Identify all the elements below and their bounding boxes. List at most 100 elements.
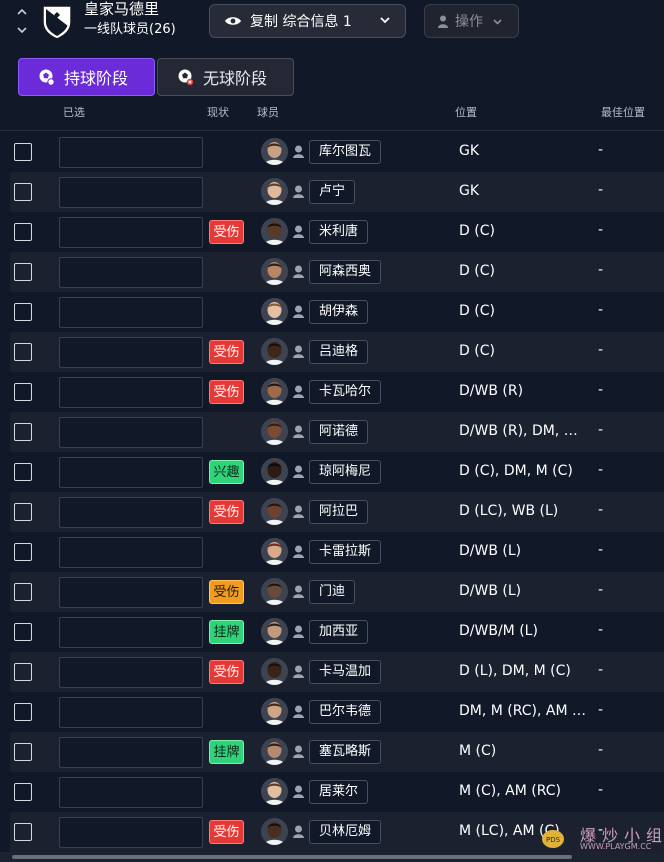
selection-slot[interactable] [59,217,203,248]
avatar[interactable] [261,298,288,325]
player-name[interactable]: 库尔图瓦 [309,140,382,164]
selection-slot[interactable] [59,257,203,288]
tab-in-possession[interactable]: 持球阶段 [18,58,155,96]
table-row[interactable]: 卡雷拉斯 D/WB (L) - [10,532,664,572]
avatar[interactable] [261,618,288,645]
status-badge[interactable]: 受伤 [209,580,244,604]
table-row[interactable]: 受伤 门迪 D/WB (L) - [10,572,664,612]
row-checkbox[interactable] [14,343,32,361]
player-name[interactable]: 阿诺德 [309,420,369,444]
table-row[interactable]: 胡伊森 D (C) - [10,292,664,332]
player-name[interactable]: 吕迪格 [309,340,369,364]
player-name[interactable]: 巴尔韦德 [309,700,382,724]
avatar[interactable] [261,818,288,845]
table-row[interactable]: 受伤 卡瓦哈尔 D/WB (R) - [10,372,664,412]
avatar[interactable] [261,658,288,685]
row-checkbox[interactable] [14,663,32,681]
row-checkbox[interactable] [14,623,32,641]
avatar[interactable] [261,338,288,365]
player-name[interactable]: 卡雷拉斯 [309,540,382,564]
avatar[interactable] [261,418,288,445]
table-row[interactable]: 居莱尔 M (C), AM (RC) - [10,772,664,812]
selection-slot[interactable] [59,497,203,528]
table-row[interactable]: 受伤 米利唐 D (C) - [10,212,664,252]
row-checkbox[interactable] [14,463,32,481]
avatar[interactable] [261,738,288,765]
player-name[interactable]: 卡马温加 [309,660,382,684]
player-name[interactable]: 加西亚 [309,620,369,644]
player-name[interactable]: 米利唐 [309,220,369,244]
row-checkbox[interactable] [14,303,32,321]
table-row[interactable]: 库尔图瓦 GK - [10,132,664,172]
status-badge[interactable]: 受伤 [209,340,244,364]
player-name[interactable]: 塞瓦略斯 [309,740,382,764]
status-badge[interactable]: 受伤 [209,500,244,524]
actions-button[interactable]: 操作 [424,4,519,38]
row-checkbox[interactable] [14,503,32,521]
table-row[interactable]: 受伤 阿拉巴 D (LC), WB (L) - [10,492,664,532]
selection-slot[interactable] [59,337,203,368]
chevron-up-icon[interactable] [16,7,28,17]
player-name[interactable]: 阿拉巴 [309,500,369,524]
selection-slot[interactable] [59,177,203,208]
avatar[interactable] [261,378,288,405]
column-status[interactable]: 现状 [207,104,229,120]
status-badge[interactable]: 兴趣 [209,460,244,484]
player-name[interactable]: 胡伊森 [309,300,369,324]
selection-slot[interactable] [59,657,203,688]
table-row[interactable]: 受伤 卡马温加 D (L), DM, M (C) - [10,652,664,692]
player-name[interactable]: 居莱尔 [309,780,369,804]
row-checkbox[interactable] [14,143,32,161]
player-name[interactable]: 阿森西奥 [309,260,382,284]
status-badge[interactable]: 受伤 [209,660,244,684]
row-checkbox[interactable] [14,423,32,441]
table-row[interactable]: 卢宁 GK - [10,172,664,212]
player-name[interactable]: 琼阿梅尼 [309,460,382,484]
view-select[interactable]: 复制 综合信息 1 [209,4,406,38]
status-badge[interactable]: 受伤 [209,220,244,244]
selection-slot[interactable] [59,617,203,648]
avatar[interactable] [261,538,288,565]
table-row[interactable]: 挂牌 加西亚 D/WB/M (L) - [10,612,664,652]
table-row[interactable]: 阿森西奥 D (C) - [10,252,664,292]
chevron-down-icon[interactable] [16,25,28,35]
tab-out-of-possession[interactable]: 无球阶段 [157,58,294,96]
status-badge[interactable]: 挂牌 [209,620,244,644]
column-player[interactable]: 球员 [257,104,279,120]
column-best-position[interactable]: 最佳位置 [601,104,645,120]
table-row[interactable]: 阿诺德 D/WB (R), DM, M (… - [10,412,664,452]
column-selected[interactable]: 已选 [63,104,85,120]
player-name[interactable]: 门迪 [309,580,356,604]
avatar[interactable] [261,258,288,285]
row-nav-arrows[interactable] [14,3,30,43]
avatar[interactable] [261,138,288,165]
selection-slot[interactable] [59,537,203,568]
table-row[interactable]: 受伤 吕迪格 D (C) - [10,332,664,372]
table-row[interactable]: 巴尔韦德 DM, M (RC), AM (R) - [10,692,664,732]
row-checkbox[interactable] [14,263,32,281]
selection-slot[interactable] [59,457,203,488]
row-checkbox[interactable] [14,543,32,561]
avatar[interactable] [261,218,288,245]
selection-slot[interactable] [59,297,203,328]
row-checkbox[interactable] [14,223,32,241]
player-name[interactable]: 贝林厄姆 [309,820,382,844]
status-badge[interactable]: 挂牌 [209,740,244,764]
row-checkbox[interactable] [14,823,32,841]
player-name[interactable]: 卡瓦哈尔 [309,380,382,404]
selection-slot[interactable] [59,737,203,768]
table-row[interactable]: 兴趣 琼阿梅尼 D (C), DM, M (C) - [10,452,664,492]
selection-slot[interactable] [59,417,203,448]
selection-slot[interactable] [59,697,203,728]
selection-slot[interactable] [59,377,203,408]
row-checkbox[interactable] [14,783,32,801]
row-checkbox[interactable] [14,583,32,601]
avatar[interactable] [261,698,288,725]
selection-slot[interactable] [59,137,203,168]
table-row[interactable]: 挂牌 塞瓦略斯 M (C) - [10,732,664,772]
row-checkbox[interactable] [14,743,32,761]
selection-slot[interactable] [59,777,203,808]
status-badge[interactable]: 受伤 [209,820,244,844]
row-checkbox[interactable] [14,383,32,401]
avatar[interactable] [261,578,288,605]
